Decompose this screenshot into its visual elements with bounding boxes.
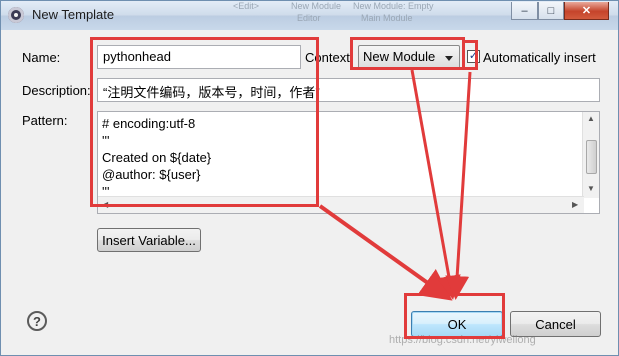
arrow-from-checkbox xyxy=(445,71,472,300)
arrow-from-context xyxy=(410,69,461,300)
annotation-arrows xyxy=(318,69,472,301)
arrow-from-fields xyxy=(318,204,453,301)
